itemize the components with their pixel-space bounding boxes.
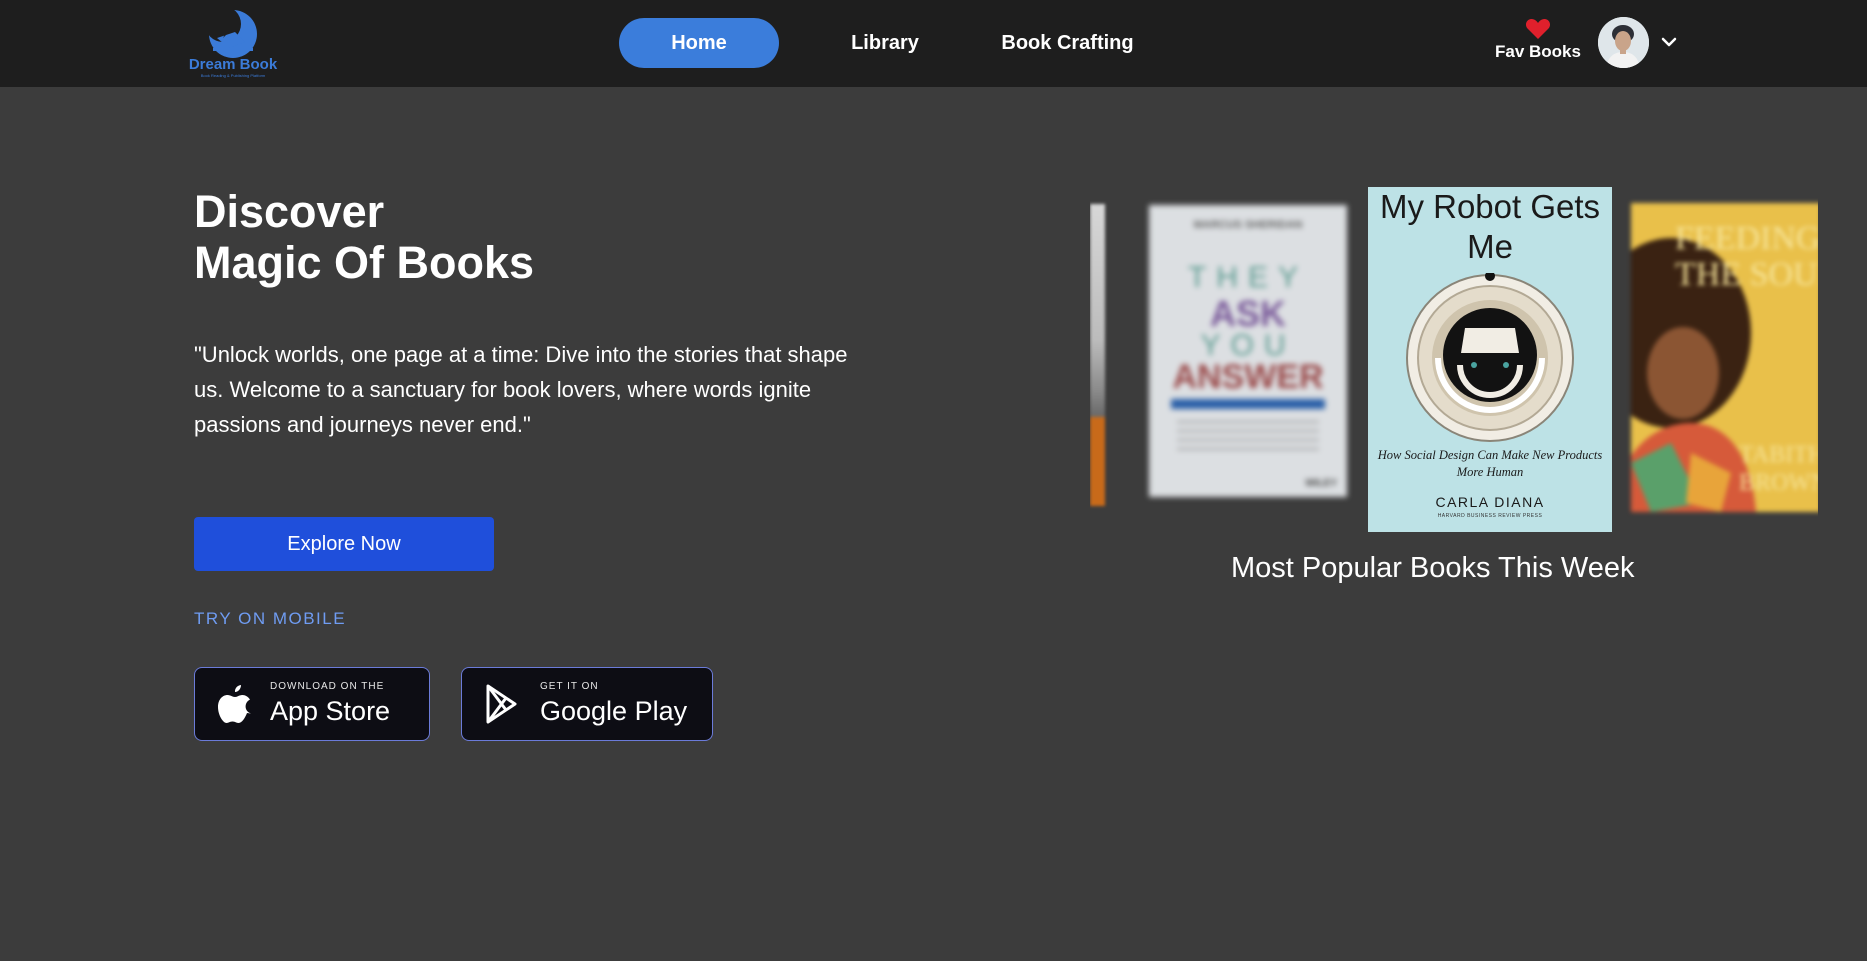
book-author: CARLA DIANA xyxy=(1435,494,1545,510)
hero-title: Discover Magic Of Books xyxy=(194,186,794,288)
explore-now-button[interactable]: Explore Now xyxy=(194,517,494,571)
fav-books-link[interactable]: Fav Books xyxy=(1488,16,1588,68)
google-play-button[interactable]: GET IT ON Google Play xyxy=(461,667,713,741)
nav-home[interactable]: Home xyxy=(619,18,779,68)
most-popular-heading: Most Popular Books This Week xyxy=(1231,552,1635,584)
app-store-small-text: DOWNLOAD ON THE xyxy=(270,681,385,692)
user-avatar[interactable] xyxy=(1598,17,1649,68)
hero-quote: "Unlock worlds, one page at a time: Dive… xyxy=(194,342,848,437)
try-on-mobile-heading: TRY ON MOBILE xyxy=(194,609,347,628)
book-subtitle: How Social Design Can Make New Products … xyxy=(1377,448,1603,479)
book-author: TABITHA BROWN xyxy=(1739,442,1818,496)
play-store-icon xyxy=(486,684,517,724)
hero-title-line1: Discover xyxy=(194,186,385,237)
app-store-label: App Store xyxy=(270,696,391,726)
fav-books-label: Fav Books xyxy=(1495,42,1581,61)
book-cover-they-ask-you-answer[interactable]: MARCUS SHERIDAN THEY ASK YOU ANSWER WILE… xyxy=(1149,205,1347,497)
cover-blurb xyxy=(1177,421,1319,457)
app-store-button[interactable]: DOWNLOAD ON THE App Store xyxy=(194,667,430,741)
book-title: My Robot Gets Me xyxy=(1379,188,1601,265)
chevron-down-icon[interactable] xyxy=(1659,32,1679,52)
nav-book-crafting[interactable]: Book Crafting xyxy=(995,18,1140,68)
top-nav-bar: Dream Book Book Reading & Publishing Pla… xyxy=(0,0,1867,87)
book-cover-partial[interactable] xyxy=(1090,204,1105,506)
book-author: MARCUS SHERIDAN xyxy=(1193,219,1303,231)
brand-tagline: Book Reading & Publishing Platform xyxy=(200,73,266,78)
avatar-photo xyxy=(1598,17,1649,68)
brand-name: Dream Book xyxy=(188,56,278,73)
brand-logo[interactable]: Dream Book Book Reading & Publishing Pla… xyxy=(183,4,283,82)
nav-library[interactable]: Library xyxy=(835,18,935,68)
book-publisher: HARVARD BUSINESS REVIEW PRESS xyxy=(1437,513,1543,519)
popular-books-carousel[interactable]: MARCUS SHERIDAN THEY ASK YOU ANSWER WILE… xyxy=(1090,186,1818,536)
robot-vacuum-illustration xyxy=(1406,273,1574,442)
google-play-small-text: GET IT ON xyxy=(540,681,599,692)
book-title-part: ANSWER xyxy=(1172,358,1324,396)
google-play-label: Google Play xyxy=(540,696,688,726)
book-cover-feeding-the-soul[interactable]: FEEDING THE SOUL TABITHA BROWN xyxy=(1631,203,1818,512)
book-cover-my-robot-gets-me[interactable]: My Robot Gets Me How Social Design Can M… xyxy=(1368,187,1612,532)
hero-title-line2: Magic Of Books xyxy=(194,237,535,288)
book-title: FEEDING THE SOUL xyxy=(1675,220,1818,293)
book-publisher: WILEY xyxy=(1305,478,1337,489)
cover-stripe xyxy=(1171,399,1325,409)
book-title-part: THEY xyxy=(1187,261,1308,294)
heart-icon xyxy=(1525,18,1551,39)
apple-icon xyxy=(218,685,251,723)
dream-book-logo-icon xyxy=(205,6,257,58)
